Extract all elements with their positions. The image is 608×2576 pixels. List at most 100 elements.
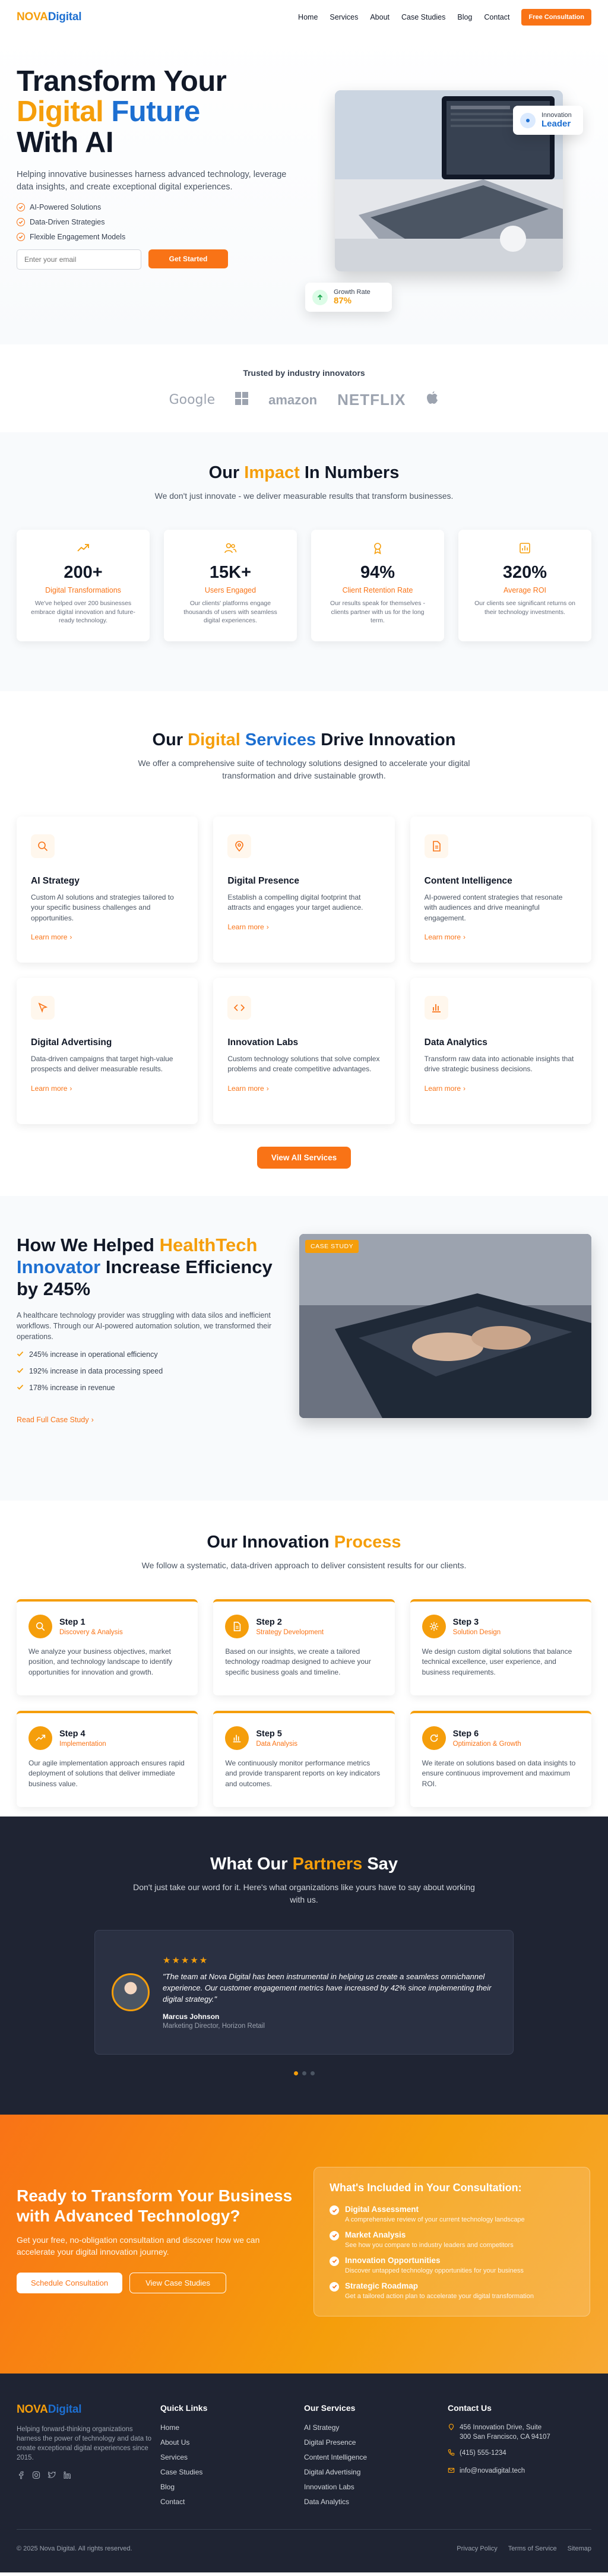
social-links [17,2471,160,2482]
chevron-right-icon: › [463,933,466,942]
result-item: 178% increase in revenue [17,1384,296,1393]
testimonials-title: What Our Partners Say [210,1855,398,1874]
carousel-dot[interactable] [293,2071,298,2075]
footer-link[interactable]: Home [160,2423,304,2432]
result-item: 245% increase in operational efficiency [17,1350,296,1359]
signup-form: Get Started [17,249,302,270]
nav-link-contact[interactable]: Contact [484,13,509,21]
footer-link[interactable]: Contact [160,2498,304,2506]
process-grid: Step 1 Discovery & Analysis We analyze yo… [17,1599,591,1807]
arrow-up-icon [312,289,328,305]
footer-contact: Contact Us 456 Innovation Drive, Suite 3… [448,2403,591,2512]
services-section: Our Digital Services Drive Innovation We… [0,691,608,1196]
footer-link[interactable]: AI Strategy [304,2423,448,2432]
trusted-title: Trusted by industry innovators [243,368,365,378]
footer-link[interactable]: Blog [160,2483,304,2491]
footer-link[interactable]: Digital Presence [304,2438,448,2447]
mail-icon [448,2467,455,2477]
check-icon [330,2281,339,2292]
footer-link[interactable]: Data Analytics [304,2498,448,2506]
footer-link[interactable]: Content Intelligence [304,2453,448,2461]
terms-link[interactable]: Terms of Service [508,2545,557,2552]
carousel-dot[interactable] [302,2071,306,2075]
footer-description: Helping forward-thinking organizations h… [17,2426,151,2462]
view-all-services-button[interactable]: View All Services [256,1147,352,1169]
case-study-image: CASE STUDY [299,1234,591,1418]
process-step-card: Step 1 Discovery & Analysis We analyze yo… [17,1599,198,1695]
rating-stars: ★★★★★ [163,1955,209,1966]
read-case-study-link[interactable]: Read Full Case Study › [17,1416,94,1424]
nav-link-home[interactable]: Home [298,13,318,21]
refresh-icon [422,1726,446,1750]
contact-email[interactable]: info@novadigital.tech [448,2467,591,2477]
consultation-section: Ready to Transform Your Business with Ad… [0,2115,608,2374]
nav-link-about[interactable]: About [370,13,390,21]
star-icon [520,112,536,128]
site-footer: NOVADigital Helping forward-thinking org… [0,2374,608,2572]
twitter-icon[interactable] [48,2471,56,2482]
get-started-button[interactable]: Get Started [148,249,228,269]
code-icon [227,996,252,1020]
process-step-card: Step 3 Solution Design We design custom d… [410,1599,591,1695]
case-study-title: How We Helped HealthTech Innovator Incre… [17,1235,273,1300]
contact-phone[interactable]: (415) 555-1234 [448,2449,591,2460]
case-study-badge: CASE STUDY [305,1240,359,1253]
email-input[interactable] [17,249,141,270]
logo[interactable]: NOVADigital [17,11,82,24]
footer-services: Our Services AI Strategy Digital Presenc… [304,2403,448,2512]
stat-card: 200+ Digital Transformations We've helpe… [17,530,150,641]
check-icon [17,218,25,227]
footer-bottom: © 2025 Nova Digital. All rights reserved… [17,2529,591,2552]
learn-more-link[interactable]: Learn more › [31,933,72,941]
bar-chart-icon [225,1726,249,1750]
nav-links: Home Services About Case Studies Blog Co… [298,9,591,26]
service-card: Data Analytics Transform raw data into a… [410,978,591,1124]
free-consultation-button[interactable]: Free Consultation [521,9,591,26]
chevron-right-icon: › [266,1084,269,1093]
service-card: Digital Presence Establish a compelling … [213,817,395,963]
facebook-icon[interactable] [17,2471,25,2482]
footer-logo[interactable]: NOVADigital [17,2403,160,2416]
testimonial-card: ★★★★★ "The team at Nova Digital has been… [94,1930,514,2055]
learn-more-link[interactable]: Learn more › [31,1084,72,1093]
footer-link[interactable]: Digital Advertising [304,2468,448,2476]
partner-logos: Google amazon NETFLIX [0,391,608,409]
learn-more-link[interactable]: Learn more › [227,1084,268,1093]
footer-link[interactable]: About Us [160,2438,304,2447]
consultation-text: Get your free, no-obligation consultatio… [17,2235,260,2257]
award-icon [311,542,444,555]
nav-link-blog[interactable]: Blog [457,13,472,21]
learn-more-link[interactable]: Learn more › [227,923,268,931]
footer-link[interactable]: Services [160,2453,304,2461]
learn-more-link[interactable]: Learn more › [425,1084,466,1093]
nav-link-services[interactable]: Services [330,13,358,21]
trend-up-icon [28,1726,52,1750]
cursor-icon [31,996,55,1020]
chevron-right-icon: › [91,1415,94,1424]
process-subtitle: We follow a systematic, data-driven appr… [141,1561,467,1570]
view-case-studies-button[interactable]: View Case Studies [129,2272,226,2293]
location-pin-icon [227,834,252,858]
include-item: Market Analysis See how you compare to in… [330,2230,574,2250]
linkedin-icon[interactable] [63,2471,71,2482]
check-icon [17,233,25,242]
bar-chart-icon [424,996,448,1020]
carousel-dot[interactable] [310,2071,315,2075]
impact-section: Our Impact In Numbers We don't just inno… [0,432,608,691]
schedule-consultation-button[interactable]: Schedule Consultation [17,2272,123,2293]
check-icon [330,2205,339,2215]
sitemap-link[interactable]: Sitemap [568,2545,591,2552]
stat-card: 320% Average ROI Our clients see signifi… [458,530,591,641]
nav-link-case-studies[interactable]: Case Studies [401,13,445,21]
footer-link[interactable]: Case Studies [160,2468,304,2476]
instagram-icon[interactable] [32,2471,40,2482]
learn-more-link[interactable]: Learn more › [425,933,466,941]
document-icon [225,1615,249,1638]
chevron-right-icon: › [69,1084,72,1093]
footer-link[interactable]: Innovation Labs [304,2483,448,2491]
check-icon [17,1350,24,1359]
testimonial-role: Marketing Director, Horizon Retail [163,2022,265,2030]
service-card: AI Strategy Custom AI solutions and stra… [17,817,198,963]
privacy-link[interactable]: Privacy Policy [457,2545,497,2552]
hero-visual: Innovation Leader Growth Rate 87% [302,34,591,344]
